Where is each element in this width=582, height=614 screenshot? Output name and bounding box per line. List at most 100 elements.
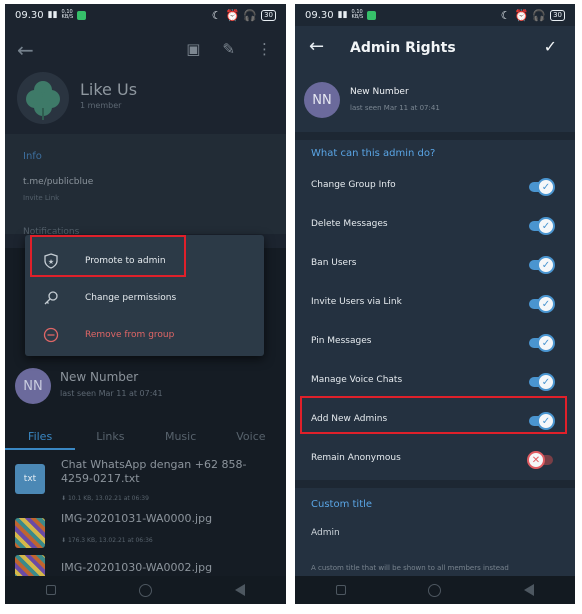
check-icon: ✓ <box>537 334 555 352</box>
invite-link[interactable]: t.me/publicblue <box>23 177 93 187</box>
edit-icon[interactable]: ✎ <box>222 40 235 58</box>
menu-item-change-permissions[interactable]: Change permissions <box>25 280 264 316</box>
check-icon: ✓ <box>537 373 555 391</box>
permission-row-ban-users[interactable]: Ban Users ✓ <box>295 246 575 285</box>
custom-title-header: Custom title <box>311 499 373 510</box>
custom-title-hint: A custom title that will be shown to all… <box>311 564 509 572</box>
member-row[interactable]: NN New Number last seen Mar 11 at 07:41 <box>15 368 163 404</box>
admin-user-card: NN New Number last seen Mar 11 at 07:41 <box>295 72 575 132</box>
recents-icon[interactable] <box>336 585 347 595</box>
file-row[interactable]: txt Chat WhatsApp dengan +62 858-4259-02… <box>5 458 286 508</box>
check-icon: ✓ <box>537 178 555 196</box>
file-name: Chat WhatsApp dengan +62 858-4259-0217.t… <box>61 458 247 485</box>
tab-files[interactable]: Files <box>5 422 76 450</box>
page-title: Admin Rights <box>350 40 456 56</box>
signal-icon: ▮▮ <box>337 10 348 20</box>
net-speed: 0,10 KB/S <box>61 9 74 20</box>
alarm-icon: ⏰ <box>225 8 240 22</box>
txt-file-icon: txt <box>15 464 45 494</box>
status-bar: 09.30 ▮▮ 0,10 KB/S ☾ ⏰ 🎧 30 <box>5 4 286 26</box>
right-screen: 09.30 ▮▮ 0,10 KB/S ☾ ⏰ 🎧 30 ← Admin Righ… <box>295 4 575 604</box>
back-icon[interactable] <box>523 584 534 596</box>
group-member-count: 1 member <box>80 101 122 110</box>
invite-link-label: Invite Link <box>23 194 60 202</box>
menu-item-remove-from-group[interactable]: Remove from group <box>25 317 264 353</box>
highlight-box <box>30 235 186 277</box>
permission-label: Delete Messages <box>311 219 388 229</box>
net-speed: 0,10 KB/S <box>351 9 364 20</box>
check-icon: ✓ <box>537 217 555 235</box>
file-meta: ⬇ 10.1 KB, 13.02.21 at 06:39 <box>61 495 149 502</box>
close-icon: ✕ <box>527 451 545 469</box>
media-tabs: Files Links Music Voice <box>5 422 286 450</box>
tab-music[interactable]: Music <box>146 422 216 450</box>
tab-links[interactable]: Links <box>75 422 145 450</box>
image-thumbnail <box>15 518 45 548</box>
android-nav-bar <box>5 576 286 604</box>
file-row[interactable]: IMG-20201030-WA0002.jpg <box>5 555 286 577</box>
permission-toggle[interactable]: ✓ <box>527 373 555 391</box>
group-avatar[interactable] <box>17 72 69 124</box>
section-header: What can this admin do? <box>311 148 436 159</box>
permission-label: Change Group Info <box>311 180 396 190</box>
headphones-icon: 🎧 <box>243 8 258 22</box>
permission-toggle[interactable]: ✕ <box>527 451 555 469</box>
back-arrow-icon[interactable]: ← <box>17 38 34 62</box>
permission-toggle[interactable]: ✓ <box>527 334 555 352</box>
permission-row-delete-messages[interactable]: Delete Messages ✓ <box>295 207 575 246</box>
moon-icon: ☾ <box>500 8 511 22</box>
permission-row-invite-users[interactable]: Invite Users via Link ✓ <box>295 285 575 324</box>
user-name: New Number <box>350 87 409 97</box>
permission-row-change-group-info[interactable]: Change Group Info ✓ <box>295 168 575 207</box>
status-time: 09.30 <box>15 9 44 21</box>
voice-chat-icon[interactable]: ▣ <box>186 40 200 58</box>
recents-icon[interactable] <box>46 585 57 595</box>
file-name: IMG-20201031-WA0000.jpg <box>61 512 213 525</box>
whatsapp-icon <box>367 10 377 20</box>
back-arrow-icon[interactable]: ← <box>309 36 324 57</box>
user-last-seen: last seen Mar 11 at 07:41 <box>350 104 440 112</box>
highlight-box <box>300 396 567 434</box>
permission-row-remain-anonymous[interactable]: Remain Anonymous ✕ <box>295 441 575 480</box>
permission-toggle[interactable]: ✓ <box>527 178 555 196</box>
more-vert-icon[interactable]: ⋮ <box>257 40 272 58</box>
signal-icon: ▮▮ <box>47 10 58 20</box>
permission-label: Invite Users via Link <box>311 297 402 307</box>
headphones-icon: 🎧 <box>532 8 547 22</box>
home-icon[interactable] <box>428 583 442 597</box>
admin-rights-header: ← Admin Rights ✓ <box>295 26 575 72</box>
avatar: NN <box>304 82 340 118</box>
member-name: New Number <box>60 370 139 384</box>
image-thumbnail <box>15 555 45 577</box>
permission-toggle[interactable]: ✓ <box>527 295 555 313</box>
android-nav-bar <box>295 576 575 604</box>
moon-icon: ☾ <box>211 8 222 22</box>
file-meta: ⬇ 176.3 KB, 13.02.21 at 06:36 <box>61 537 153 544</box>
back-icon[interactable] <box>234 584 245 596</box>
profile-toolbar: ← ▣ ✎ ⋮ <box>5 36 286 66</box>
menu-item-label: Remove from group <box>85 330 175 340</box>
clover-icon <box>26 81 60 120</box>
status-bar: 09.30 ▮▮ 0,10 KB/S ☾ ⏰ 🎧 30 <box>295 4 575 26</box>
group-title: Like Us <box>80 80 138 99</box>
permission-row-pin-messages[interactable]: Pin Messages ✓ <box>295 324 575 363</box>
battery-icon: 30 <box>550 9 565 21</box>
checkmark-icon[interactable]: ✓ <box>544 37 557 56</box>
check-icon: ✓ <box>537 256 555 274</box>
permission-label: Pin Messages <box>311 336 372 346</box>
battery-icon: 30 <box>261 9 276 21</box>
permission-toggle[interactable]: ✓ <box>527 256 555 274</box>
minus-circle-icon <box>43 327 59 343</box>
permission-label: Manage Voice Chats <box>311 375 403 385</box>
tab-voice[interactable]: Voice <box>216 422 286 450</box>
file-name: IMG-20201030-WA0002.jpg <box>61 561 213 574</box>
member-last-seen: last seen Mar 11 at 07:41 <box>60 389 163 398</box>
home-icon[interactable] <box>138 583 152 597</box>
info-header: Info <box>23 151 42 162</box>
permission-toggle[interactable]: ✓ <box>527 217 555 235</box>
alarm-icon: ⏰ <box>514 8 529 22</box>
custom-title-input[interactable]: Admin <box>311 528 340 538</box>
permission-label: Remain Anonymous <box>311 453 401 463</box>
status-time: 09.30 <box>305 9 334 21</box>
permission-label: Ban Users <box>311 258 357 268</box>
